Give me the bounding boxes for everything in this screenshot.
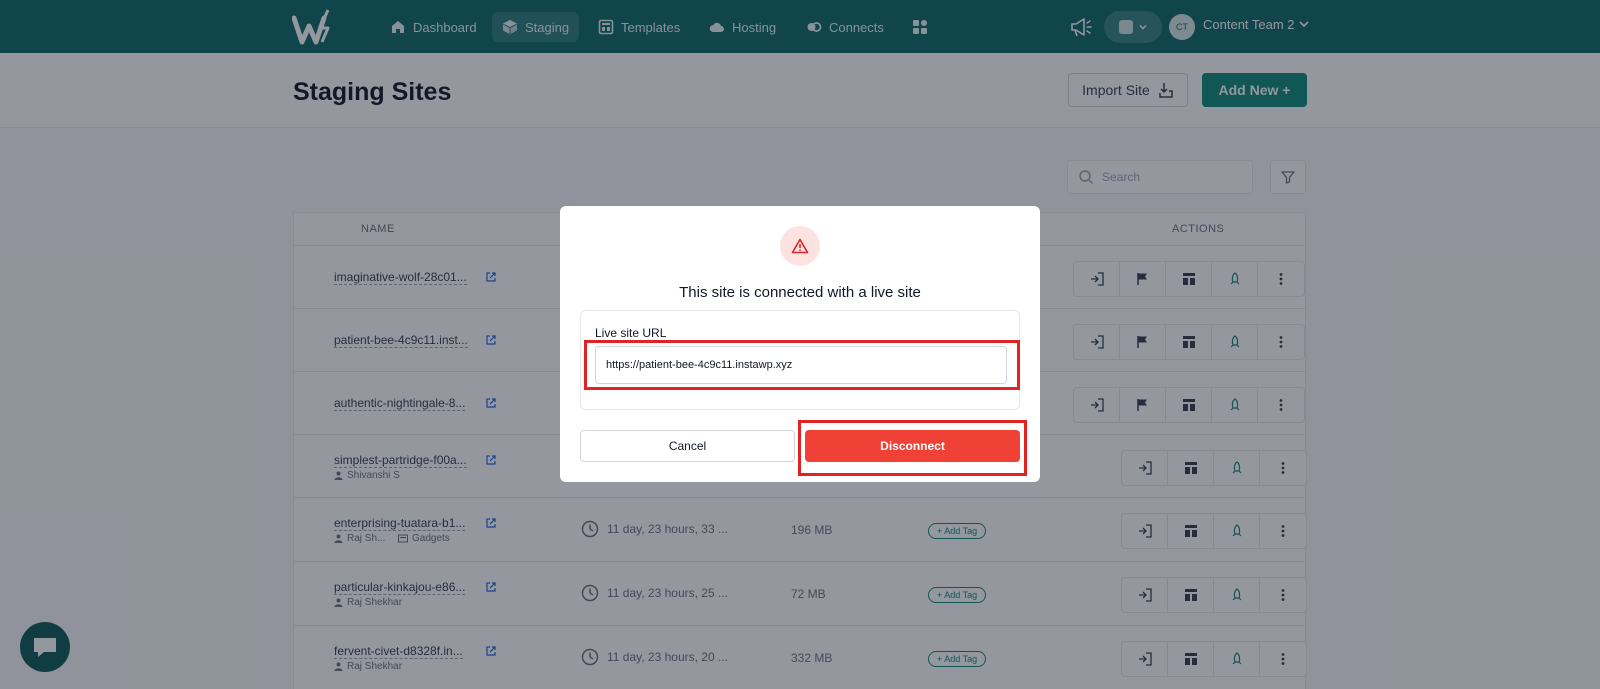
dialog-title: This site is connected with a live site bbox=[679, 284, 921, 301]
live-site-url-label: Live site URL bbox=[595, 326, 667, 340]
highlight-box bbox=[798, 420, 1027, 476]
highlight-box bbox=[584, 340, 1020, 390]
cancel-button[interactable]: Cancel bbox=[580, 430, 795, 462]
disconnect-dialog: This site is connected with a live site … bbox=[560, 206, 1040, 482]
warning-icon bbox=[791, 238, 809, 254]
warning-badge bbox=[780, 226, 820, 266]
